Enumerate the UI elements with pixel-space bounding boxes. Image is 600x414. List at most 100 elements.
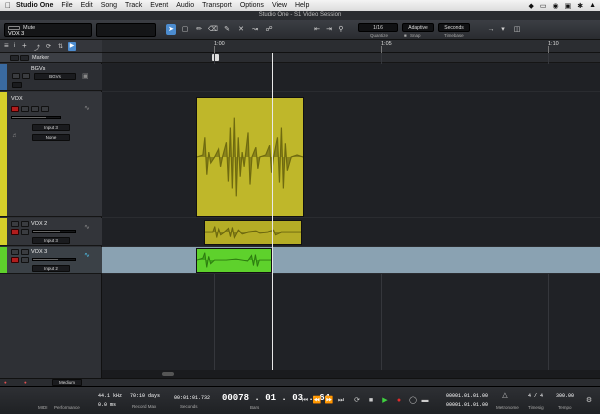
loop-start-display[interactable]: 00001.01.01.00 [446, 393, 488, 399]
rewind-icon[interactable]: ⏪ [312, 396, 322, 406]
sort-icon[interactable]: ⇅ [58, 43, 63, 50]
timebase-select[interactable]: Seconds [438, 23, 470, 32]
menu-options[interactable]: Options [240, 2, 264, 9]
nudge-right-icon[interactable]: ⇥ [324, 24, 334, 35]
volume-fader[interactable] [11, 116, 61, 119]
audio-event-vox[interactable] [196, 97, 304, 217]
dropbox-icon[interactable]: ◆ [528, 2, 533, 10]
return-to-zero-icon[interactable]: ⏮ [300, 396, 310, 406]
input-select[interactable]: Input 2 [32, 265, 70, 272]
timesig-display[interactable]: 4 / 4 [528, 393, 543, 399]
folder-chip[interactable]: BGVs [34, 73, 76, 80]
menu-transport[interactable]: Transport [202, 2, 232, 9]
playhead-cursor[interactable] [272, 53, 273, 378]
apple-icon[interactable]:  [0, 1, 16, 10]
eye-icon[interactable]: ◉ [552, 2, 558, 10]
monitor-button[interactable] [21, 106, 29, 112]
zoom-icon[interactable]: ⚲ [336, 24, 346, 35]
solo-button[interactable] [41, 106, 49, 112]
listen-tool-icon[interactable]: ☍ [264, 24, 274, 35]
lane-bgvs[interactable] [102, 64, 600, 92]
snap-checkbox-icon[interactable]: ■ [404, 33, 407, 38]
settings-icon[interactable]: ⚙ [584, 396, 594, 406]
follow-icon[interactable]: ▶ [68, 42, 76, 51]
lane-vox[interactable] [102, 92, 600, 218]
wifi-icon[interactable]: ▲ [589, 2, 596, 10]
menu-event[interactable]: Event [150, 2, 168, 9]
track-header-vox2[interactable]: VOX 2 Input 3 ∿ [0, 218, 102, 246]
quantize-select[interactable]: 1/16 [358, 23, 398, 32]
mute-button[interactable] [11, 221, 19, 227]
menu-song[interactable]: Song [101, 2, 117, 9]
loop-icon[interactable]: ⟳ [352, 396, 362, 406]
track-inspector-box[interactable]: Mute VOX 3 [4, 23, 92, 37]
cue-icon[interactable]: ▬ [420, 396, 430, 406]
timeline-ruler[interactable]: 1:00 1:05 1:10 [102, 40, 600, 53]
cycle-icon[interactable]: ⟳ [46, 43, 51, 50]
marker-lane[interactable] [102, 53, 600, 63]
volume-fader[interactable] [32, 230, 76, 233]
solo-button[interactable] [21, 249, 29, 255]
stop-icon[interactable]: ■ [366, 396, 376, 406]
mute-toggle-icon[interactable] [8, 26, 20, 30]
metronome-icon[interactable]: △ [500, 391, 510, 401]
snap-select[interactable]: Adaptive [402, 23, 434, 32]
menu-help[interactable]: Help [295, 2, 309, 9]
audio-output-icon[interactable]: ● [24, 380, 27, 385]
audio-event-vox3[interactable] [196, 248, 272, 273]
audio-mode-select[interactable]: Medium [52, 379, 82, 386]
solo-button[interactable] [21, 221, 29, 227]
menu-app-name[interactable]: Studio One [16, 2, 53, 9]
record-arm-button[interactable] [11, 106, 19, 112]
lane-vox3[interactable] [102, 247, 600, 274]
record-arm-button[interactable] [11, 229, 19, 235]
scroll-thumb[interactable] [162, 372, 174, 376]
lock-icon[interactable]: ▣ [565, 2, 572, 10]
menu-view[interactable]: View [272, 2, 287, 9]
menu-edit[interactable]: Edit [81, 2, 93, 9]
audio-event-vox2[interactable] [204, 220, 302, 245]
seconds-display[interactable]: 00:01:01.732 [174, 395, 210, 401]
arrange-view[interactable]: 1:00 1:05 1:10 [102, 40, 600, 378]
folder-expand-button[interactable] [12, 82, 22, 88]
autoscroll-icon[interactable]: → [486, 24, 496, 35]
marker-track-header[interactable]: Marker [0, 53, 102, 63]
eraser-tool-icon[interactable]: ⌫ [208, 24, 218, 35]
mute-button[interactable] [11, 249, 19, 255]
mute-button[interactable] [31, 106, 39, 112]
marker-prev-button[interactable] [10, 55, 19, 61]
display-icon[interactable]: ▭ [540, 2, 547, 10]
bend-tool-icon[interactable]: ↝ [250, 24, 260, 35]
arrow-tool-icon[interactable]: ➤ [166, 24, 176, 35]
volume-fader[interactable] [32, 258, 76, 261]
bluetooth-icon[interactable]: ✱ [577, 2, 583, 10]
track-header-vox[interactable]: VOX ∿ Input 3 None ♬ [0, 92, 102, 217]
record-icon[interactable]: ● [394, 396, 404, 406]
horizontal-scrollbar[interactable] [102, 370, 600, 378]
track-header-vox3[interactable]: VOX 3 Input 2 ∿ [0, 247, 102, 274]
loop-end-display[interactable]: 00001.01.01.00 [446, 402, 488, 408]
track-header-bgvs[interactable]: BGVs BGVs ▣ [0, 64, 102, 91]
fast-forward-icon[interactable]: ⏩ [324, 396, 334, 406]
nudge-left-icon[interactable]: ⇤ [312, 24, 322, 35]
audio-input-icon[interactable]: ● [4, 380, 7, 385]
add-track-icon[interactable]: + [22, 41, 27, 50]
inspector-icon[interactable]: i [14, 43, 15, 49]
tempo-display[interactable]: 300.00 [556, 393, 574, 399]
menu-track[interactable]: Track [125, 2, 142, 9]
punch-icon[interactable]: ◯ [408, 396, 418, 406]
automation-icon[interactable]: ⤴ [34, 43, 40, 52]
record-arm-button[interactable] [11, 257, 19, 263]
input-select[interactable]: Input 3 [32, 237, 70, 244]
lane-vox2[interactable] [102, 218, 600, 247]
input-select[interactable]: Input 3 [32, 124, 70, 131]
play-icon[interactable]: ▶ [380, 396, 390, 406]
menu-file[interactable]: File [61, 2, 72, 9]
save-icon[interactable]: ◫ [512, 24, 522, 35]
mute-tool-icon[interactable]: ✕ [236, 24, 246, 35]
split-tool-icon[interactable]: ✏ [194, 24, 204, 35]
menu-audio[interactable]: Audio [176, 2, 194, 9]
mute-button[interactable] [12, 73, 20, 79]
output-select[interactable]: None [32, 134, 70, 141]
toolbar-dropdown-icon[interactable]: ▾ [498, 24, 508, 35]
